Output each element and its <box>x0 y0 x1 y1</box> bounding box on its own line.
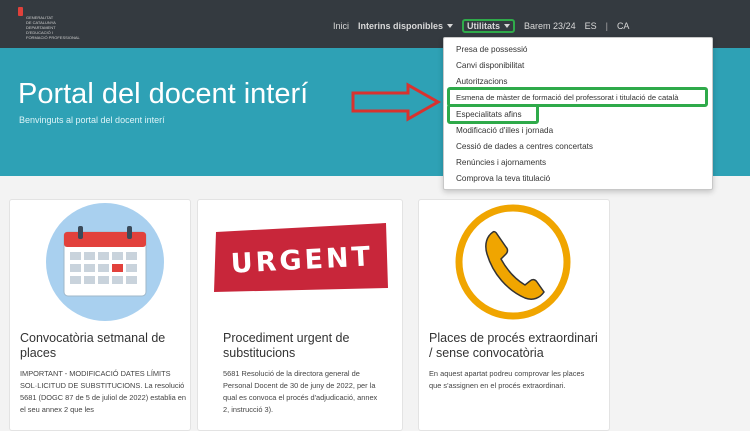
highlight-box-especialitats <box>447 104 539 124</box>
page-title: Portal del docent interí <box>18 78 309 110</box>
menu-item-canvi-disponibilitat[interactable]: Canvi disponibilitat <box>456 61 524 70</box>
card-title: Convocatòria setmanal de places <box>20 331 166 360</box>
main-nav: Inici Interins disponibles Utilitats Bar… <box>333 19 629 33</box>
card-title: Places de procés extraordinari / sense c… <box>429 331 598 360</box>
card-text: En aquest apartat podreu comprovar les p… <box>429 369 585 390</box>
card-procediment-urgent[interactable]: URGENT Procediment urgent de substitucio… <box>197 199 403 431</box>
nav-interins-label: Interins disponibles <box>358 21 444 31</box>
calendar-icon <box>46 203 164 321</box>
menu-item-comprova-titulacio[interactable]: Comprova la teva titulació <box>456 174 550 183</box>
menu-item-presa-possessio[interactable]: Presa de possessió <box>456 45 527 54</box>
nav-barem[interactable]: Barem 23/24 <box>524 21 576 31</box>
card-places-proces-extraordinari[interactable]: Places de procés extraordinari / sense c… <box>418 199 610 431</box>
card-convocatoria-setmanal[interactable]: Convocatòria setmanal de places IMPORTAN… <box>9 199 191 431</box>
menu-item-cessio-dades[interactable]: Cessió de dades a centres concertats <box>456 142 593 151</box>
card-title: Procediment urgent de substitucions <box>223 331 350 360</box>
card-text: 5681 Resolució de la directora general d… <box>223 369 378 414</box>
nav-utilitats-label: Utilitats <box>467 21 501 31</box>
nav-inici[interactable]: Inici <box>333 21 349 31</box>
logo-mark-icon <box>18 7 23 16</box>
menu-item-renuncies[interactable]: Renúncies i ajornaments <box>456 158 546 167</box>
generalitat-logo[interactable]: GENERALITAT DE CATALUNYA DEPARTAMENT D'EDUC… <box>18 7 80 43</box>
phone-icon <box>455 204 571 320</box>
red-arrow-annotation <box>351 82 442 122</box>
nav-utilitats[interactable]: Utilitats <box>462 19 516 33</box>
nav-interins-disponibles[interactable]: Interins disponibles <box>358 21 454 31</box>
logo-text: GENERALITAT DE CATALUNYA DEPARTAMENT D'EDUC… <box>26 15 80 40</box>
menu-item-modificacio-illes[interactable]: Modificació d'illes i jornada <box>456 126 553 135</box>
caret-down-icon <box>504 24 511 28</box>
urgent-stamp-icon: URGENT <box>214 223 388 292</box>
lang-es[interactable]: ES <box>585 21 597 31</box>
menu-item-autoritzacions[interactable]: Autoritzacions <box>456 77 507 86</box>
lang-ca[interactable]: CA <box>617 21 630 31</box>
lang-separator: | <box>605 21 608 31</box>
card-text: IMPORTANT - MODIFICACIÓ DATES LÍMITS SOL… <box>20 369 186 414</box>
caret-down-icon <box>447 24 454 28</box>
page-subtitle: Benvinguts al portal del docent interí <box>19 115 165 125</box>
